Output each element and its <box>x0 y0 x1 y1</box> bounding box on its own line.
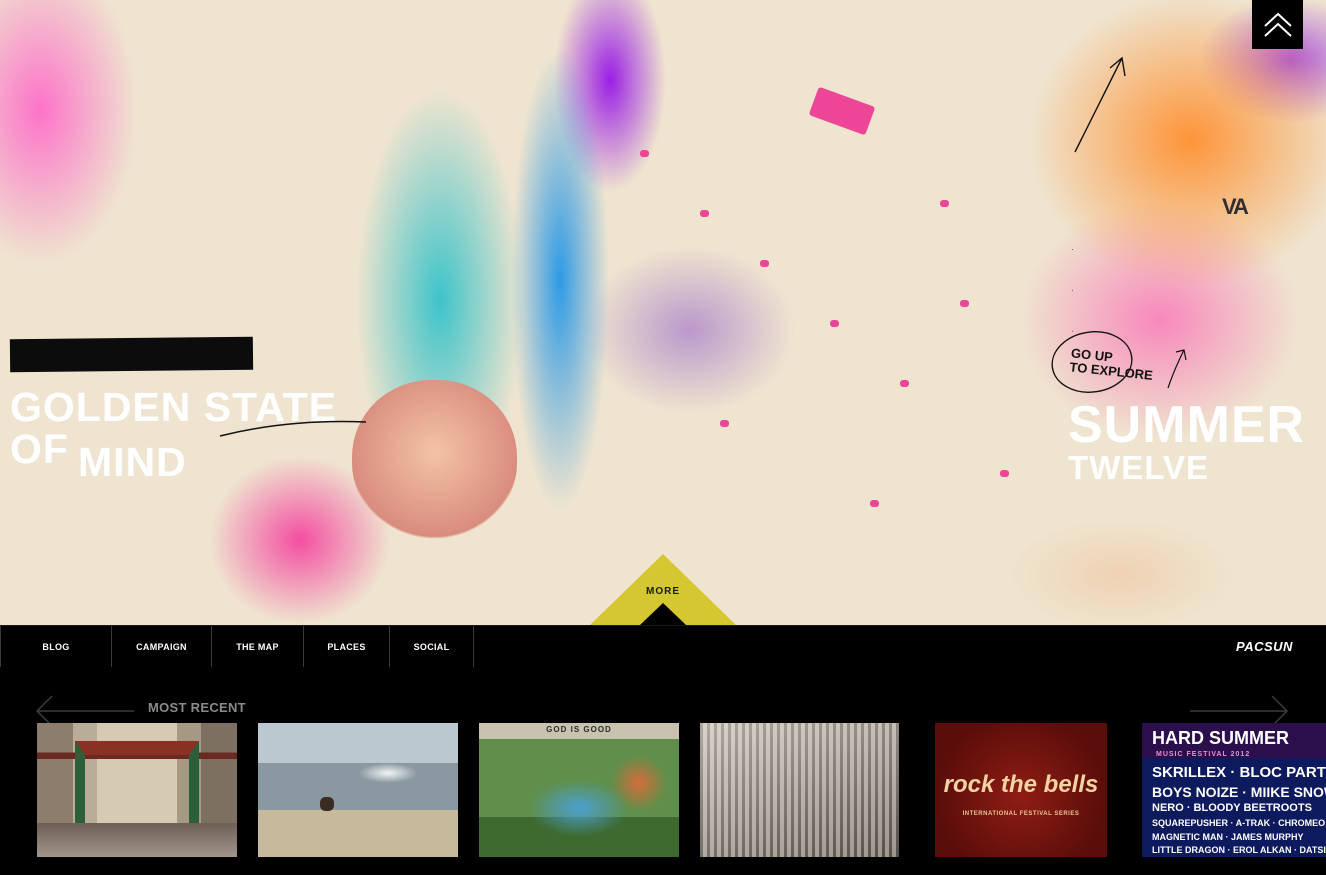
paint-speck <box>870 500 879 507</box>
nav-item-blog[interactable]: BLOG <box>0 626 112 667</box>
thumb-street <box>37 823 237 857</box>
paint-speck <box>640 150 649 157</box>
nav-list: BLOG CAMPAIGN THE MAP PLACES SOCIAL <box>0 626 474 667</box>
thumb-water-shine <box>358 763 418 783</box>
lineup-line: NERO · BLOODY BEETROOTS <box>1152 802 1312 814</box>
recent-thumb-rock-the-bells[interactable]: rock the bells INTERNATIONAL FESTIVAL SE… <box>935 723 1107 857</box>
most-recent-heading: MOST RECENT <box>148 700 246 715</box>
thumb-poster-title: rock the bells <box>943 771 1099 798</box>
logo-swoosh <box>219 420 367 437</box>
logo-bar <box>9 336 254 373</box>
lineup-line: SKRILLEX · BLOC PARTY <box>1152 764 1326 781</box>
recent-thumb-hard-summer[interactable]: HARD SUMMER MUSIC FESTIVAL 2012 SKRILLEX… <box>1142 723 1326 857</box>
paint-speck <box>830 320 839 327</box>
recent-thumb-beach[interactable] <box>258 723 458 857</box>
recent-thumb-mixing-board[interactable] <box>700 723 899 857</box>
paint-speck <box>940 200 949 207</box>
lineup-line: MAGNETIC MAN · JAMES MURPHY <box>1152 832 1304 842</box>
hero-photo-face <box>352 380 517 540</box>
double-chevron-up-icon <box>1263 12 1292 37</box>
shirt-logo: VA <box>1222 194 1249 219</box>
lineup-line: SQUAREPUSHER · A-TRAK · CHROMEO <box>1152 818 1326 828</box>
main-nav: BLOG CAMPAIGN THE MAP PLACES SOCIAL PACS… <box>0 625 1326 667</box>
thumb-dog <box>320 797 334 811</box>
paint-speck <box>960 300 969 307</box>
lineup-line: LITTLE DRAGON · EROL ALKAN · DATSIK <box>1152 845 1326 855</box>
more-label: MORE <box>646 586 680 597</box>
logo-line-2a: OF <box>10 426 69 472</box>
nav-item-campaign[interactable]: CAMPAIGN <box>112 626 212 667</box>
scroll-up-button[interactable] <box>1252 0 1303 49</box>
paint-speck <box>1000 470 1009 477</box>
thumb-poster-subtitle: INTERNATIONAL FESTIVAL SERIES <box>962 811 1080 817</box>
campaign-title-main: SUMMER <box>1068 396 1306 454</box>
thumb-shade <box>700 723 899 857</box>
thumb-lineup: SKRILLEX · BLOC PARTY BOYS NOIZE · MIIKE… <box>1152 763 1326 857</box>
nav-item-the-map[interactable]: THE MAP <box>212 626 304 667</box>
more-button[interactable]: MORE <box>590 554 736 625</box>
paint-splash <box>808 86 876 136</box>
nav-item-social[interactable]: SOCIAL <box>390 626 474 667</box>
campaign-title-sub: TWELVE <box>1068 449 1210 486</box>
thumb-poster-subtitle: MUSIC FESTIVAL 2012 <box>1156 751 1251 758</box>
sketch-arrow-icon <box>1074 56 1126 153</box>
paint-speck <box>900 380 909 387</box>
thumb-poster-title: HARD SUMMER <box>1152 728 1289 748</box>
paint-speck <box>760 260 769 267</box>
recent-thumb-chinatown-gate[interactable] <box>37 723 237 857</box>
campaign-title: SUMMER TWELVE <box>1068 398 1305 484</box>
lineup-line: BOYS NOIZE · MIIKE SNOW <box>1152 784 1326 800</box>
paint-speck <box>720 420 729 427</box>
brand-logo[interactable]: PACSUN <box>1236 639 1293 654</box>
paint-speck <box>700 210 709 217</box>
logo-line-2b: MIND <box>78 439 187 485</box>
nav-item-places[interactable]: PLACES <box>304 626 390 667</box>
thumb-mural-caption: GOD IS GOOD <box>546 725 612 734</box>
recent-thumb-mural[interactable]: GOD IS GOOD <box>479 723 679 857</box>
hero-banner: VA GOLDEN STATE OF MIND · · · GO UP TO E… <box>0 0 1326 625</box>
